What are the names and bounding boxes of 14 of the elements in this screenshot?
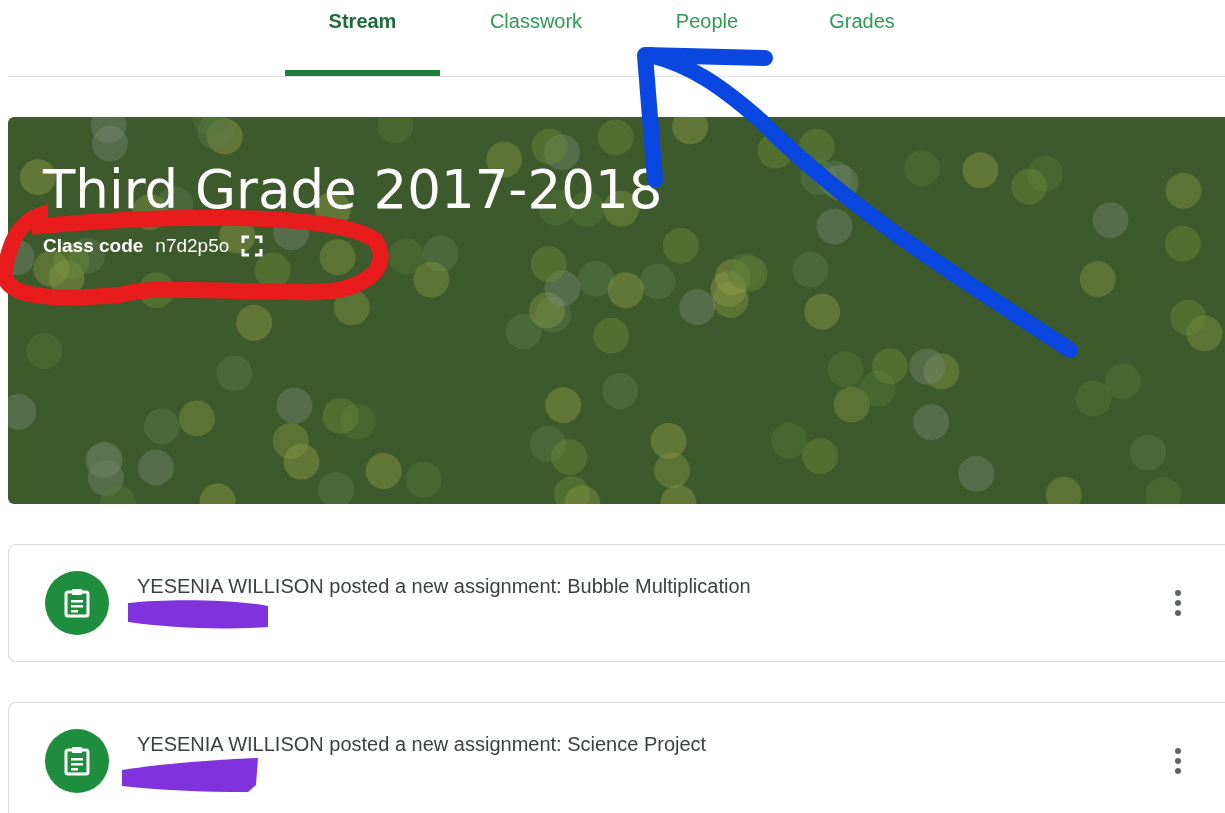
tab[interactable]: Grades (782, 0, 942, 76)
post-text: YESENIA WILLISON posted a new assignment: Bubble Multiplication (137, 574, 752, 598)
post-text: YESENIA WILLISON posted a new assignment: Science Project (137, 732, 708, 756)
more-vert-icon (1175, 590, 1181, 616)
class-code: n7d2p5o (155, 235, 230, 257)
tab[interactable]: Stream (285, 0, 440, 76)
clipboard-icon (64, 746, 90, 776)
class-title: Third Grade 2017-2018 (43, 159, 664, 221)
tab[interactable]: People (632, 0, 782, 76)
tab[interactable]: Classwork (440, 0, 632, 76)
clipboard-icon (64, 588, 90, 618)
more-vert-icon (1175, 748, 1181, 774)
fullscreen-icon[interactable] (241, 235, 264, 257)
class-code-label: Class code (43, 235, 144, 257)
